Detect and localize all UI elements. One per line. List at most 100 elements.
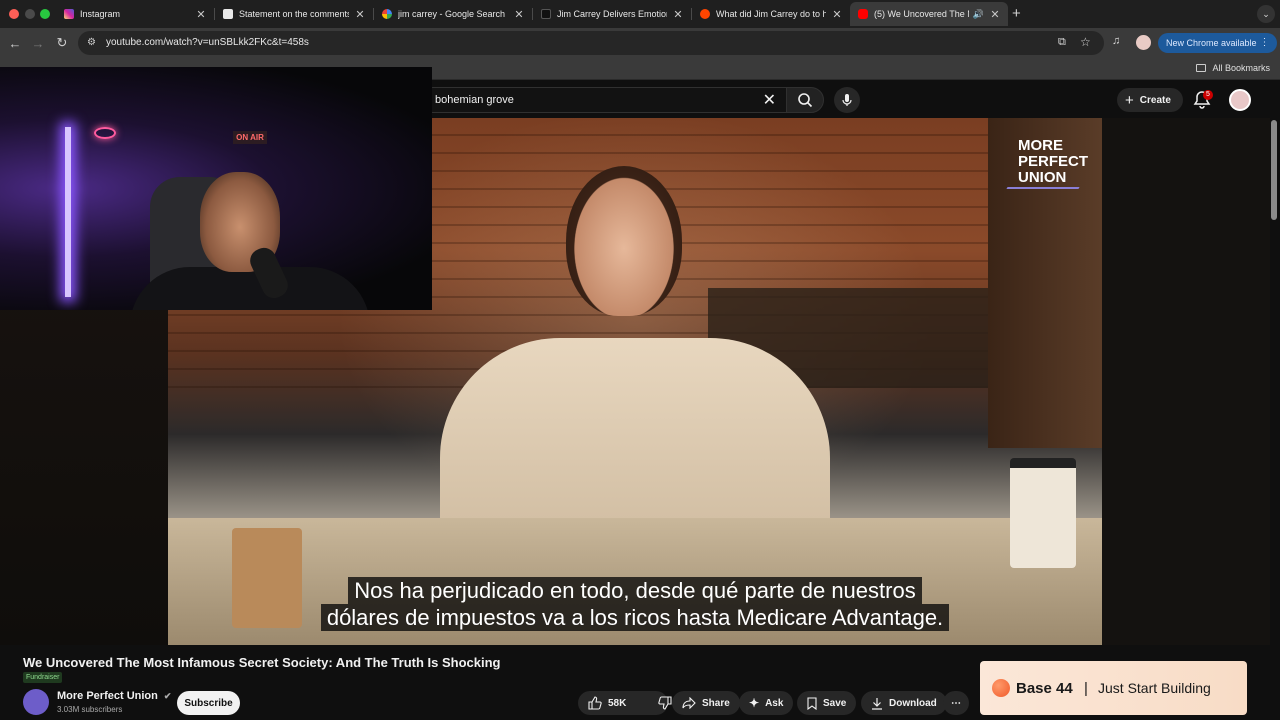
thumbs-up-icon bbox=[588, 696, 602, 710]
sponsored-ad-banner[interactable]: Base 44 | Just Start Building bbox=[980, 661, 1247, 715]
more-actions-button[interactable]: ⋯ bbox=[943, 691, 969, 715]
browser-tab[interactable]: jim carrey - Google Search ✕ bbox=[374, 2, 532, 26]
close-tab-icon[interactable]: ✕ bbox=[514, 8, 524, 21]
close-tab-icon[interactable]: ✕ bbox=[673, 8, 683, 21]
create-label: Create bbox=[1139, 94, 1171, 106]
caption-line: dólares de impuestos va a los ricos hast… bbox=[320, 604, 950, 631]
site-icon bbox=[541, 9, 551, 19]
profile-avatar[interactable] bbox=[1136, 35, 1151, 50]
back-arrow-icon[interactable]: ← bbox=[7, 35, 23, 51]
forward-arrow-icon[interactable]: → bbox=[30, 35, 46, 51]
more-horizontal-icon: ⋯ bbox=[951, 697, 961, 709]
neon-light-bar bbox=[65, 127, 71, 297]
search-icon bbox=[798, 93, 813, 108]
browser-tab-active[interactable]: (5) We Uncovered The M 🔊 ✕ bbox=[850, 2, 1008, 26]
ufo-neon-sign bbox=[94, 127, 116, 139]
logo-line: UNION bbox=[1018, 169, 1067, 186]
address-bar[interactable]: ⚙ youtube.com/watch?v=unSBLkk2FKc&t=458s… bbox=[78, 31, 1104, 55]
folder-icon bbox=[1196, 64, 1207, 72]
account-avatar[interactable] bbox=[1229, 89, 1251, 111]
bookmark-star-icon[interactable]: ☆ bbox=[1080, 35, 1091, 49]
presenter-head bbox=[566, 166, 682, 316]
save-label: Save bbox=[823, 697, 847, 709]
channel-name[interactable]: More Perfect Union ✔ bbox=[57, 690, 171, 702]
search-query: bohemian grove bbox=[435, 94, 514, 106]
ask-label: Ask bbox=[765, 697, 784, 709]
audio-playing-icon[interactable]: 🔊 bbox=[973, 9, 984, 20]
channel-avatar[interactable] bbox=[23, 689, 49, 715]
bookmark-icon bbox=[807, 696, 817, 710]
subscribe-button[interactable]: Subscribe bbox=[177, 691, 240, 715]
fundraiser-badge[interactable]: Fundraiser bbox=[23, 672, 63, 683]
search-input[interactable]: bohemian grove ✕ bbox=[420, 87, 786, 113]
tab-title: jim carrey - Google Search bbox=[398, 9, 506, 19]
plus-icon: + bbox=[1125, 91, 1134, 109]
subscriber-count: 3.03M subscribers bbox=[57, 705, 123, 714]
tab-title: What did Jim Carrey do to his bbox=[716, 9, 826, 19]
channel-name-text: More Perfect Union bbox=[57, 690, 158, 702]
voice-search-button[interactable] bbox=[834, 87, 860, 113]
download-label: Download bbox=[889, 697, 937, 709]
browser-tab[interactable]: Statement on the comments ✕ bbox=[215, 2, 373, 26]
browser-toolbar: ← → ↻ ⚙ youtube.com/watch?v=unSBLkk2FKc&… bbox=[0, 28, 1280, 58]
close-tab-icon[interactable]: ✕ bbox=[990, 8, 1000, 21]
all-bookmarks-button[interactable]: All Bookmarks bbox=[1196, 63, 1270, 73]
tab-title: Instagram bbox=[80, 9, 121, 19]
ask-button[interactable]: ✦ Ask bbox=[739, 691, 794, 715]
clear-search-icon[interactable]: ✕ bbox=[763, 90, 776, 110]
close-tab-icon[interactable]: ✕ bbox=[832, 8, 842, 21]
tab-title: Statement on the comments bbox=[239, 9, 349, 19]
on-air-sign: ON AIR bbox=[233, 131, 267, 144]
close-window-button[interactable] bbox=[9, 9, 19, 19]
new-tab-button[interactable]: + bbox=[1012, 5, 1021, 22]
like-count: 58K bbox=[608, 697, 627, 709]
like-button[interactable]: 58K bbox=[578, 691, 636, 715]
media-controls-icon[interactable]: ♫ bbox=[1112, 35, 1120, 47]
browser-tab[interactable]: What did Jim Carrey do to his ✕ bbox=[692, 2, 850, 26]
browser-tab-strip: Instagram ✕ Statement on the comments ✕ … bbox=[0, 0, 1280, 28]
verified-check-icon: ✔ bbox=[163, 691, 172, 701]
share-arrow-icon bbox=[682, 697, 696, 709]
save-button[interactable]: Save bbox=[797, 691, 857, 715]
maximize-window-button[interactable] bbox=[40, 9, 50, 19]
microphone-icon bbox=[842, 94, 852, 106]
install-app-icon[interactable]: ⧉ bbox=[1058, 36, 1066, 49]
minimize-window-button[interactable] bbox=[25, 9, 35, 19]
create-button[interactable]: + Create bbox=[1117, 88, 1183, 112]
share-button[interactable]: Share bbox=[672, 691, 740, 715]
ad-separator: | bbox=[1084, 680, 1088, 697]
logo-underline bbox=[1006, 187, 1080, 189]
browser-tab[interactable]: Jim Carrey Delivers Emotiona ✕ bbox=[533, 2, 691, 26]
video-backdrop-right bbox=[1102, 118, 1270, 645]
chrome-update-button[interactable]: New Chrome available ⋮ bbox=[1158, 33, 1277, 53]
url-text: youtube.com/watch?v=unSBLkk2FKc&t=458s bbox=[106, 37, 309, 48]
channel-watermark-logo: MORE PERFECT UNION bbox=[1018, 138, 1088, 186]
share-label: Share bbox=[702, 697, 730, 709]
coffee-cup-right bbox=[1010, 458, 1076, 568]
close-tab-icon[interactable]: ✕ bbox=[196, 8, 206, 21]
logo-line: PERFECT bbox=[1018, 153, 1089, 170]
google-icon bbox=[382, 9, 392, 19]
base44-logo-icon bbox=[992, 679, 1010, 697]
reddit-icon bbox=[700, 9, 710, 19]
download-button[interactable]: Download bbox=[861, 691, 947, 715]
sparkle-icon: ✦ bbox=[749, 696, 760, 710]
site-info-icon[interactable]: ⚙ bbox=[87, 37, 96, 48]
caption-line: Nos ha perjudicado en todo, desde qué pa… bbox=[348, 577, 922, 604]
close-tab-icon[interactable]: ✕ bbox=[355, 8, 365, 21]
reload-icon[interactable]: ↻ bbox=[54, 35, 70, 51]
ad-brand: Base 44 bbox=[1016, 680, 1073, 697]
more-vertical-icon[interactable]: ⋮ bbox=[1260, 37, 1270, 48]
browser-tab[interactable]: Instagram ✕ bbox=[56, 2, 214, 26]
download-icon bbox=[872, 697, 882, 710]
ad-tagline: Just Start Building bbox=[1098, 680, 1211, 696]
tab-search-chevron-icon[interactable]: ⌄ bbox=[1257, 5, 1275, 23]
notification-count-badge: 5 bbox=[1203, 90, 1213, 100]
document-icon bbox=[223, 9, 233, 19]
tab-title: Jim Carrey Delivers Emotiona bbox=[557, 9, 667, 19]
streamer-body bbox=[130, 267, 370, 310]
search-button[interactable] bbox=[786, 87, 824, 113]
thumbs-down-icon bbox=[658, 696, 672, 710]
page-scrollbar[interactable] bbox=[1271, 120, 1277, 220]
logo-line: MORE bbox=[1018, 137, 1063, 154]
